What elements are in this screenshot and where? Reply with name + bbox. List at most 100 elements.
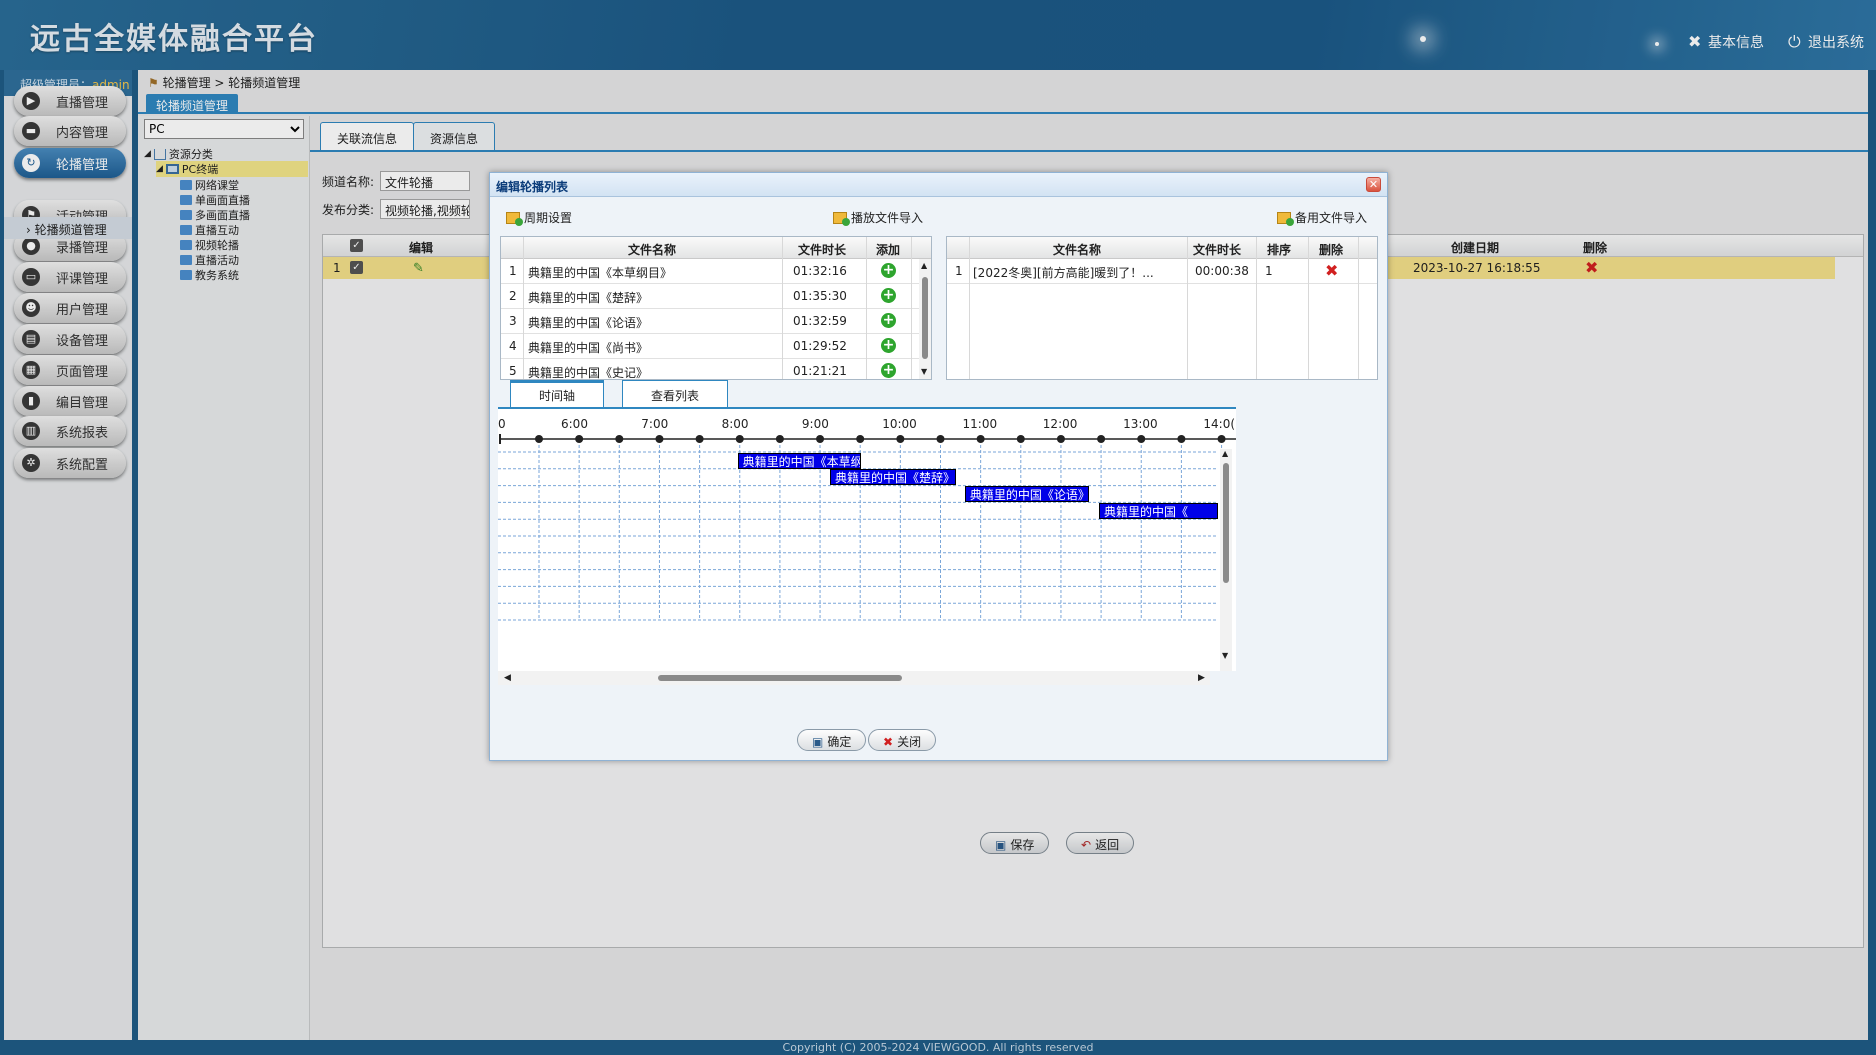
folder-add-icon [833, 211, 850, 226]
timeline-tick-label: 10:00 [882, 417, 917, 431]
col-file-name: 文件名称 [1053, 243, 1102, 257]
col-divider [911, 237, 912, 379]
timeline-tick-label: 12:00 [1042, 417, 1078, 431]
available-files-scrollbar[interactable]: ▲ ▼ [919, 259, 931, 379]
tab-timeline[interactable]: 时间轴 [510, 380, 605, 407]
timeline-hscroll[interactable]: ◀ ▶ [498, 671, 1210, 685]
file-duration: 01:32:59 [793, 314, 847, 328]
col-add: 添加 [876, 243, 901, 257]
col-divider [969, 237, 970, 379]
dialog-title: 编辑轮播列表 [490, 173, 1387, 197]
playlist-rows: 1 [2022冬奥][前方高能]暖到了！... 00:00:38 1 ✖ [947, 259, 1377, 284]
file-duration: 01:32:16 [793, 264, 847, 278]
col-divider [1308, 237, 1309, 379]
timeline-program-bar[interactable]: 典籍里的中国《楚辞》 [829, 469, 956, 486]
import-backup-label: 备用文件导入 [1295, 211, 1368, 225]
row-index: 1 [509, 264, 517, 278]
timeline-tick-label: 14:0( [1203, 417, 1236, 431]
playlist-table: 文件名称 文件时长 排序 删除 1 [2022冬奥][前方高能]暖到了！... 00… [946, 236, 1378, 380]
timeline-vscroll[interactable]: ▲ ▼ [1220, 449, 1232, 671]
col-duration: 文件时长 [1193, 243, 1242, 257]
confirm-label: 确定 [827, 735, 852, 749]
close-label: 关闭 [897, 735, 922, 749]
col-divider [1187, 237, 1188, 379]
timeline-tick-dot [976, 435, 985, 443]
col-divider [523, 237, 524, 379]
scroll-thumb[interactable] [922, 277, 928, 359]
col-divider [1256, 237, 1257, 379]
file-name: 典籍里的中国《论语》 [528, 316, 649, 330]
timeline-area: ▲ ▼ 0 6:00 7:00 8:00 9:00 10:00 11:00 12:00 13:0… [498, 407, 1236, 671]
timeline-tick-dot [856, 435, 865, 443]
timeline-program-bar[interactable]: 典籍里的中国《本草纲目》 [737, 452, 862, 469]
confirm-button[interactable]: ▣ 确定 [797, 729, 867, 751]
timeline-program-bar[interactable]: 典籍里的中国《论语》 [964, 486, 1089, 503]
timeline-tick-label: 9:00 [801, 417, 829, 431]
col-duration: 文件时长 [798, 243, 847, 257]
row-index: 2 [509, 289, 517, 303]
timeline-tick-dot [1056, 435, 1065, 443]
cycle-settings-button[interactable]: 周期设置 [506, 209, 572, 226]
add-plus-icon[interactable]: + [881, 313, 896, 328]
import-play-files-button[interactable]: 播放文件导入 [833, 209, 923, 226]
hscroll-thumb[interactable] [658, 675, 902, 681]
timeline-tick-dot [936, 435, 945, 443]
scroll-thumb[interactable] [1223, 463, 1229, 583]
timeline-program-bar[interactable]: 典籍里的中国《 [1098, 502, 1218, 519]
file-duration: 01:21:21 [793, 364, 847, 378]
timeline-tick-dot [896, 435, 905, 443]
file-name: 典籍里的中国《史记》 [528, 366, 649, 380]
floppy-icon: ▣ [812, 734, 824, 749]
timeline-tick-label: 13:00 [1123, 417, 1158, 431]
file-name: 典籍里的中国《楚辞》 [528, 291, 649, 305]
import-play-label: 播放文件导入 [851, 211, 924, 225]
timeline-tick-label: 7:00 [641, 417, 669, 431]
close-button[interactable]: ✖ 关闭 [868, 729, 937, 751]
scroll-up-icon[interactable]: ▲ [921, 261, 927, 270]
file-name: 典籍里的中国《本草纲目》 [528, 266, 673, 280]
add-plus-icon[interactable]: + [881, 338, 896, 353]
scroll-right-icon[interactable]: ▶ [1198, 673, 1205, 683]
delete-x-icon[interactable]: ✖ [1325, 261, 1338, 280]
col-delete: 删除 [1319, 243, 1344, 257]
table-row[interactable]: 1 [2022冬奥][前方高能]暖到了！... 00:00:38 1 ✖ [947, 259, 1377, 284]
playlist-header: 文件名称 文件时长 排序 删除 [947, 237, 1377, 259]
scroll-up-icon[interactable]: ▲ [1222, 449, 1228, 458]
add-plus-icon[interactable]: + [881, 288, 896, 303]
col-divider [866, 237, 867, 379]
timeline-tick-dot [1177, 435, 1186, 443]
dialog-close-icon[interactable]: ✕ [1366, 177, 1381, 192]
timeline-tick-label: 11:00 [962, 417, 998, 431]
import-backup-files-button[interactable]: 备用文件导入 [1277, 209, 1367, 226]
timeline-tick-dot [575, 435, 584, 443]
timeline-tick-label: 0 [498, 417, 506, 431]
timeline-tick-dot [615, 435, 624, 443]
timeline-tick-dot [655, 435, 664, 443]
tab-view-list[interactable]: 查看列表 [622, 380, 729, 407]
folder-add-icon [1277, 211, 1294, 226]
file-duration: 01:35:30 [793, 289, 847, 303]
edit-carousel-dialog: 编辑轮播列表 ✕ 周期设置 播放文件导入 备用文件导入 文件名称 文件时长 添加… [489, 172, 1388, 761]
timeline-tick-label: 8:00 [721, 417, 749, 431]
available-files-table: 文件名称 文件时长 添加 1 典籍里的中国《本草纲目》 01:32:16 +2 典籍里的… [500, 236, 932, 380]
add-plus-icon[interactable]: + [881, 363, 896, 378]
timeline-tick-dot [1016, 435, 1025, 443]
add-plus-icon[interactable]: + [881, 263, 896, 278]
timeline-tick-dot [695, 435, 704, 443]
file-duration: 01:29:52 [793, 339, 847, 353]
scroll-down-icon[interactable]: ▼ [921, 367, 927, 376]
timeline-tick-dot [816, 435, 825, 443]
scroll-left-icon[interactable]: ◀ [504, 673, 511, 683]
timeline-tick-dot [1097, 435, 1106, 443]
row-index: 1 [955, 264, 963, 278]
timeline-tick-dot [1137, 435, 1146, 443]
col-order: 排序 [1267, 243, 1292, 257]
row-index: 3 [509, 314, 517, 328]
file-name: 典籍里的中国《尚书》 [528, 341, 649, 355]
row-index: 4 [509, 339, 517, 353]
close-x-icon: ✖ [883, 734, 894, 749]
cycle-settings-label: 周期设置 [524, 211, 573, 225]
file-duration: 00:00:38 [1195, 264, 1249, 278]
file-name: [2022冬奥][前方高能]暖到了！... [973, 266, 1154, 280]
scroll-down-icon[interactable]: ▼ [1222, 651, 1228, 660]
